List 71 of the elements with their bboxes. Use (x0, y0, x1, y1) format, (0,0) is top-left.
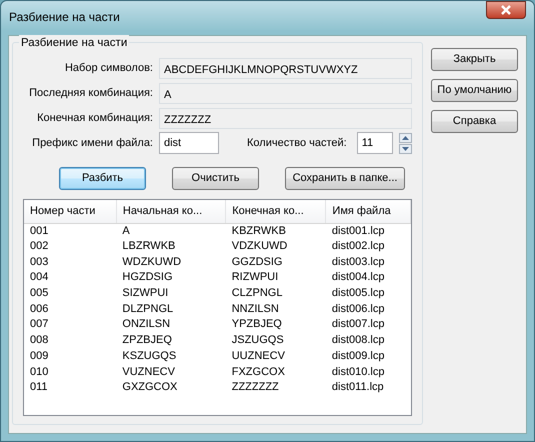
side-button[interactable]: По умолчанию (431, 79, 518, 102)
table-cell-text: dist002.lcp (330, 239, 386, 254)
table-cell-text: KSZUGQS (121, 348, 178, 364)
table-cell-text: dist009.lcp (330, 348, 386, 364)
column-header[interactable]: Имя файла (326, 200, 410, 223)
table-cell-text: GXZGCOX (121, 380, 178, 396)
spin-up-button[interactable] (398, 132, 412, 142)
table-cell-text: 007 (29, 317, 50, 332)
field-label: Конечная комбинация: (36, 110, 153, 126)
readonly-field: A (159, 82, 412, 104)
table-cell-text: ZPZBJEQ (121, 333, 173, 348)
side-button[interactable]: Закрыть (431, 48, 518, 71)
table-cell-text: 003 (29, 254, 50, 270)
close-icon (500, 5, 512, 15)
table-cell-text: dist003.lcp (330, 254, 386, 270)
table-cell-text: dist007.lcp (330, 317, 386, 332)
table-cell-text: FXZGCOX (230, 364, 286, 380)
window-title: Разбиение на части (9, 9, 120, 26)
field-label: Количество частей: (247, 136, 347, 151)
action-button[interactable]: Разбить (59, 167, 146, 190)
side-button[interactable]: Справка (431, 110, 518, 133)
table-cell-text: SIZWPUI (121, 286, 170, 302)
prefix-input[interactable]: dist (159, 132, 219, 154)
table-cell-text: WDZKUWD (121, 254, 182, 270)
count-input[interactable]: 11 (356, 132, 393, 154)
down-arrow-icon (402, 146, 409, 150)
table-cell-text: RIZWPUI (230, 270, 280, 286)
table-cell-text: 006 (29, 302, 50, 317)
action-button[interactable]: Сохранить в папке... (285, 167, 405, 190)
table-cell-text: NNZILSN (230, 302, 280, 317)
table-cell-text: 002 (29, 239, 50, 254)
table-cell-text: VDZKUWD (230, 239, 288, 254)
table-cell-text: JSZUGQS (230, 333, 285, 348)
table-cell-text: 011 (29, 380, 49, 396)
table-cell: A (116, 223, 226, 239)
table-cell-text: dist004.lcp (330, 270, 386, 286)
table-cell-text: UUZNECV (230, 348, 286, 364)
table-cell-text: VUZNECV (121, 364, 176, 380)
table-cell-text: ONZILSN (121, 317, 172, 332)
table-cell: KBZRWKB (226, 223, 326, 239)
table-cell-text: dist010.lcp (330, 364, 386, 380)
column-header[interactable]: Номер части (24, 200, 116, 223)
table-cell: 001 (24, 223, 116, 239)
readonly-field: ZZZZZZZ (159, 108, 412, 128)
table-cell-text: HGZDSIG (121, 270, 174, 286)
table-cell-text: CLZPNGL (230, 286, 284, 302)
table-cell-text: GGZDSIG (230, 254, 284, 270)
table-cell-text: 008 (29, 333, 50, 348)
close-button[interactable] (486, 1, 526, 19)
up-arrow-icon (402, 136, 409, 140)
table-cell-text: dist005.lcp (330, 286, 386, 302)
column-header[interactable]: Начальная ко... (116, 200, 226, 223)
table-cell-text: ZZZZZZZ (230, 380, 280, 396)
spin-down-button[interactable] (398, 144, 412, 154)
readonly-field: ABCDEFGHIJKLMNOPQRSTUVWXYZ (159, 58, 412, 78)
action-button[interactable]: Очистить (172, 167, 259, 190)
table-cell-text: dist011.lcp (330, 380, 385, 396)
field-label: Префикс имени файла: (31, 136, 153, 151)
table-cell: dist001.lcp (326, 223, 410, 239)
table-cell-text: 004 (29, 270, 50, 286)
table-cell-text: 010 (29, 364, 50, 380)
table-cell-text: LBZRWKB (121, 239, 176, 254)
field-label: Набор символов: (64, 60, 153, 76)
table-cell-text: DLZPNGL (121, 302, 174, 317)
table-cell-text: dist008.lcp (330, 333, 386, 348)
field-label: Последняя комбинация: (28, 86, 153, 101)
table-cell-text: dist006.lcp (330, 302, 386, 317)
table-cell-text: 009 (29, 348, 50, 364)
table-cell-text: YPZBJEQ (230, 317, 283, 332)
column-header[interactable]: Конечная ко... (226, 200, 326, 223)
table-cell-text: 005 (29, 286, 50, 302)
